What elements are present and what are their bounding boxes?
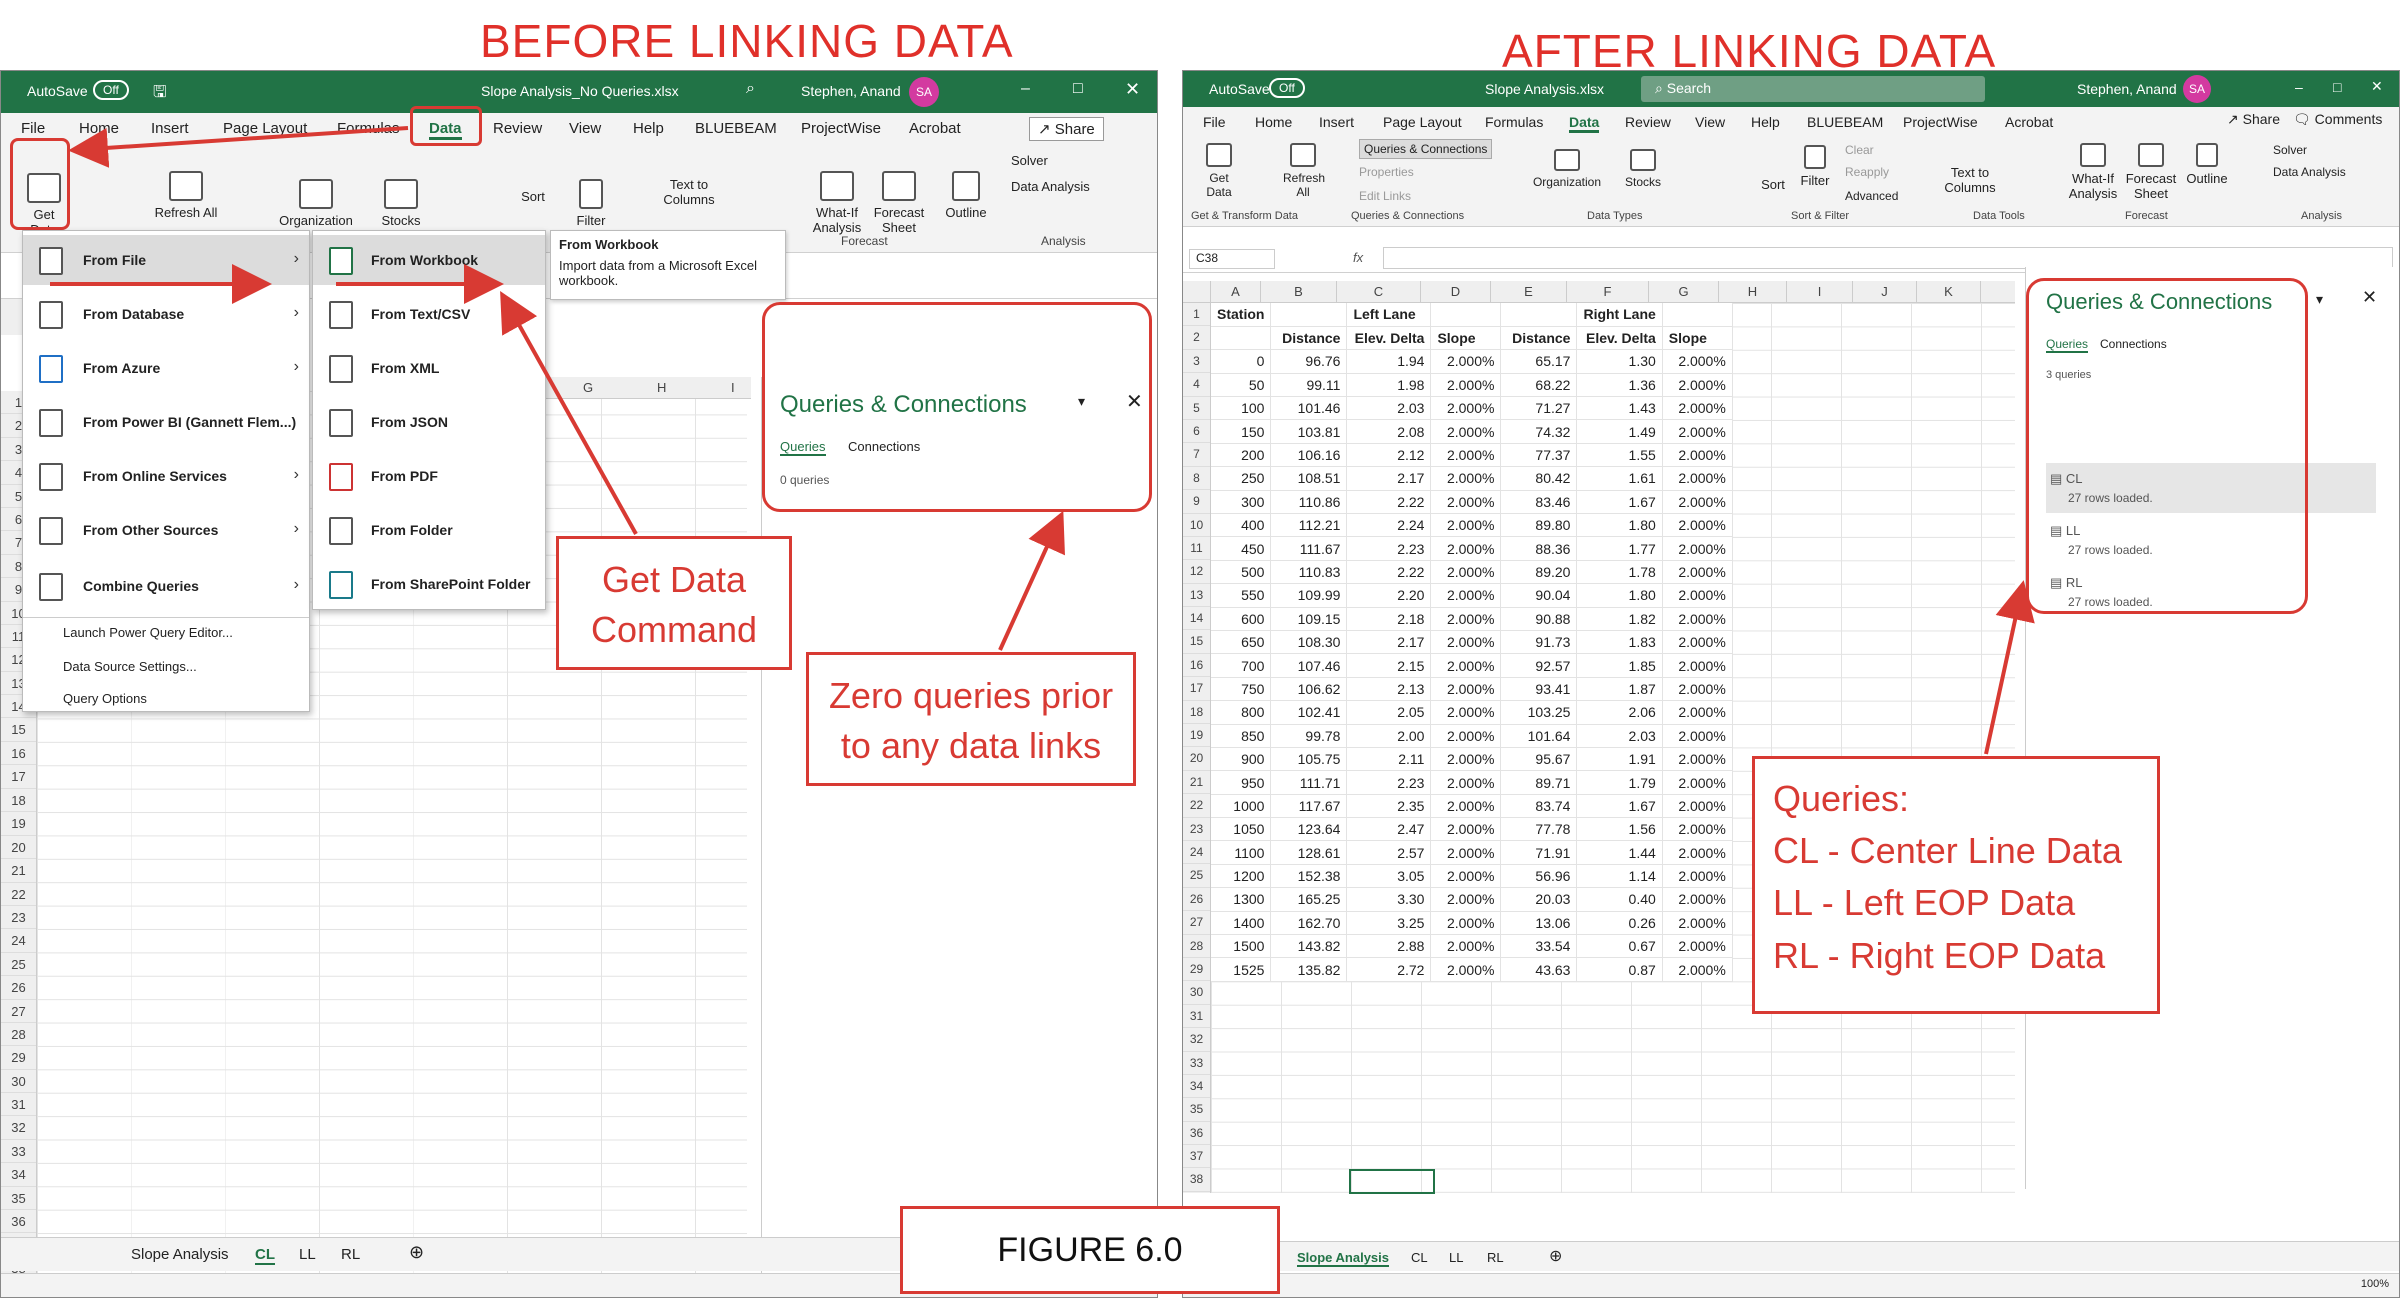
- annotation-arrows: [50, 126, 2035, 755]
- arrow-queries: [1984, 580, 2035, 755]
- arrow-data-to-getdata: [68, 126, 409, 168]
- arrow-callout-to-workbook: [500, 291, 638, 535]
- arrow-zero-queries: [998, 510, 1065, 651]
